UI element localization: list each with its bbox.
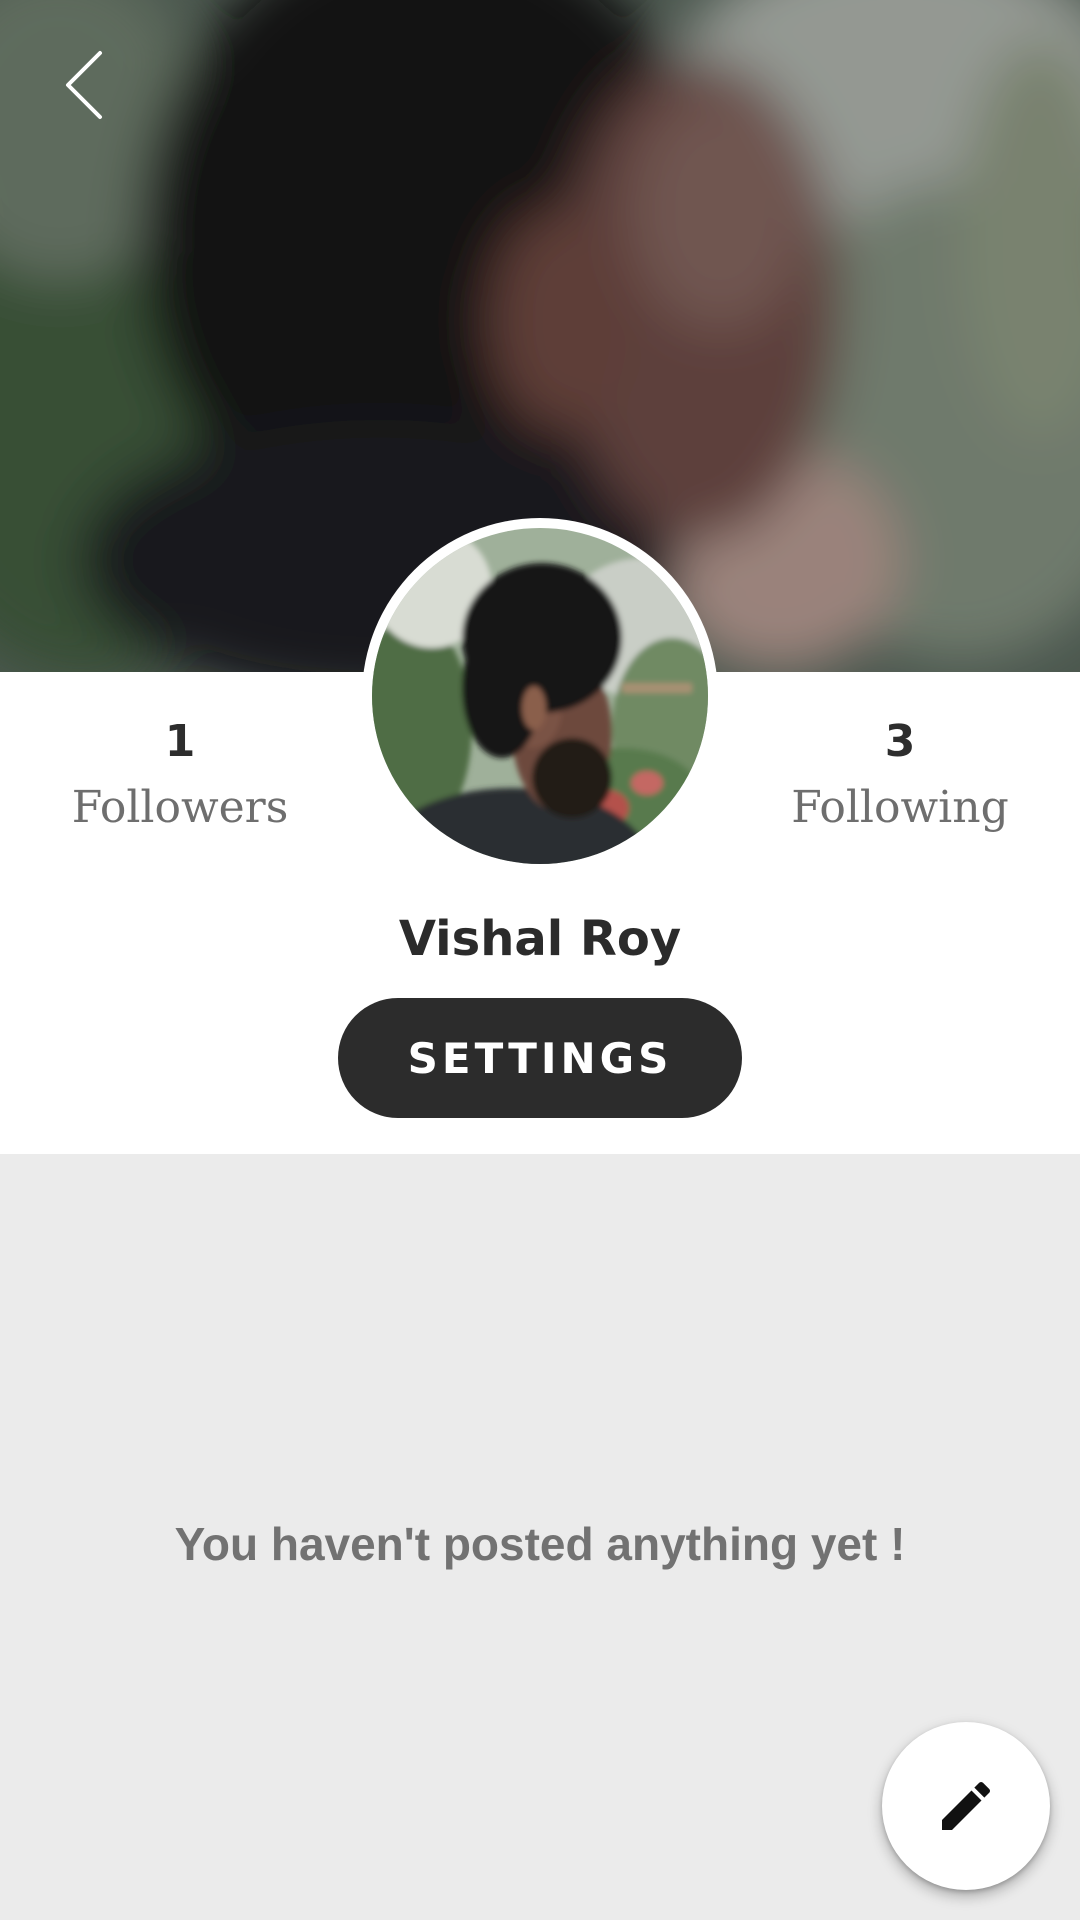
following-stat[interactable]: 3 Following xyxy=(750,712,1050,838)
followers-stat[interactable]: 1 Followers xyxy=(30,712,330,838)
followers-label: Followers xyxy=(71,782,289,833)
followers-count: 1 xyxy=(164,716,196,767)
profile-name: Vishal Roy xyxy=(398,911,682,967)
pencil-icon xyxy=(942,1781,991,1830)
new-post-button[interactable] xyxy=(882,1722,1050,1890)
following-label: Following xyxy=(791,782,1009,833)
settings-button[interactable]: SETTINGS xyxy=(338,998,742,1118)
profile-screen: 1 Followers 3 Following Vishal Roy SETTI… xyxy=(0,0,1080,1920)
following-count: 3 xyxy=(884,716,916,767)
back-button[interactable] xyxy=(48,40,120,130)
avatar-photo xyxy=(372,528,708,864)
chevron-left-icon xyxy=(66,51,102,119)
avatar[interactable] xyxy=(362,518,718,874)
empty-posts-message: You haven't posted anything yet ! xyxy=(174,1518,906,1570)
